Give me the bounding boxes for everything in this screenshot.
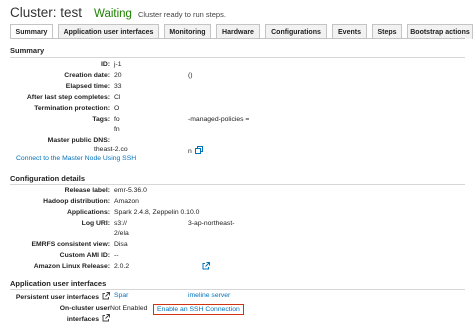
creation-date-value: 20 <box>114 72 122 79</box>
hadoop-distribution-value: Amazon <box>114 198 139 205</box>
emrfs-consistent-view-label: EMRFS consistent view: <box>31 241 110 248</box>
tab-steps[interactable]: Steps <box>372 24 402 39</box>
cluster-header: Cluster: test Waiting Cluster ready to r… <box>10 5 226 25</box>
tab-monitoring[interactable]: Monitoring <box>164 24 211 39</box>
external-link-icon[interactable] <box>102 292 110 302</box>
applications-label: Applications: <box>66 209 110 216</box>
external-link-icon[interactable] <box>202 262 210 272</box>
on-cluster-ui-label: On-cluster user <box>59 305 110 312</box>
status-badge: Waiting <box>94 8 132 20</box>
termination-protection-label: Termination protection: <box>34 105 110 112</box>
on-cluster-ui-value: Not Enabled <box>110 305 148 312</box>
custom-ami-id-value: -- <box>114 252 119 259</box>
master-dns-suffix: n <box>188 146 203 156</box>
persistent-ui-label: Persistent user interfaces <box>15 293 99 301</box>
app-ui-divider <box>10 289 465 290</box>
log-uri-label: Log URI: <box>81 220 110 227</box>
hadoop-distribution-label: Hadoop distribution: <box>43 198 110 205</box>
tabs-divider <box>10 38 465 39</box>
release-label-value: emr-5.36.0 <box>114 187 147 194</box>
tab-summary[interactable]: Summary <box>10 24 53 39</box>
after-last-step-value: Cl <box>114 94 121 101</box>
id-label: ID: <box>100 61 110 68</box>
log-uri-value-line2: 2/ela <box>114 230 129 237</box>
external-link-icon[interactable] <box>102 314 110 324</box>
tab-hardware[interactable]: Hardware <box>216 24 260 39</box>
on-cluster-ui-label-line2: interfaces <box>66 315 99 323</box>
log-uri-suffix: 3-ap-northeast- <box>188 220 235 227</box>
custom-ami-id-label: Custom AMI ID: <box>59 252 110 259</box>
termination-protection-value: O <box>114 105 120 112</box>
on-cluster-ui-label-row2: interfaces <box>67 314 110 324</box>
applications-value: Spark 2.4.8, Zeppelin 0.10.0 <box>114 209 200 216</box>
persistent-ui-label-row: Persistent user interfaces <box>16 292 110 302</box>
summary-section-title: Summary <box>10 46 45 55</box>
id-value: j-1 <box>114 61 122 68</box>
log-uri-value: s3:// <box>114 220 127 227</box>
configuration-section-title: Configuration details <box>10 174 85 183</box>
persistent-ui-link-suffix[interactable]: imeline server <box>188 292 230 299</box>
status-description: Cluster ready to run steps. <box>137 10 226 19</box>
tab-bootstrap-actions[interactable]: Bootstrap actions <box>407 24 473 39</box>
tags-value: fo <box>114 116 120 123</box>
tags-value-line2: fn <box>114 126 120 133</box>
master-dns-value: theast-2.co <box>94 146 128 153</box>
persistent-ui-link[interactable]: Spar <box>114 292 128 299</box>
elapsed-time-value: 33 <box>114 83 122 90</box>
app-ui-section-title: Application user interfaces <box>10 279 107 288</box>
creation-date-suffix: () <box>188 72 193 79</box>
copy-icon[interactable] <box>194 146 203 156</box>
summary-divider <box>10 57 465 58</box>
tags-value-suffix: -managed-policies = <box>188 116 250 123</box>
page-title: Cluster: test <box>10 5 83 20</box>
release-label-label: Release label: <box>64 187 110 194</box>
master-dns-label: Master public DNS: <box>47 137 110 144</box>
configuration-divider <box>10 184 465 185</box>
tab-bar: Summary Application user interfaces Moni… <box>10 24 474 39</box>
creation-date-label: Creation date: <box>64 72 110 79</box>
after-last-step-label: After last step completes: <box>26 94 110 101</box>
connect-ssh-link[interactable]: Connect to the Master Node Using SSH <box>16 155 136 162</box>
tab-events[interactable]: Events <box>332 24 367 39</box>
master-dns-suffix-text: n <box>188 147 192 155</box>
emrfs-consistent-view-value: Disa <box>114 241 128 248</box>
amazon-linux-release-label: Amazon Linux Release: <box>33 263 110 270</box>
tab-application-user-interfaces[interactable]: Application user interfaces <box>58 24 159 39</box>
amazon-linux-release-value: 2.0.2 <box>114 263 130 270</box>
tags-label: Tags: <box>92 116 110 123</box>
elapsed-time-label: Elapsed time: <box>65 83 110 90</box>
tab-configurations[interactable]: Configurations <box>265 24 327 39</box>
enable-ssh-connection-link[interactable]: Enable an SSH Connection <box>153 304 244 315</box>
